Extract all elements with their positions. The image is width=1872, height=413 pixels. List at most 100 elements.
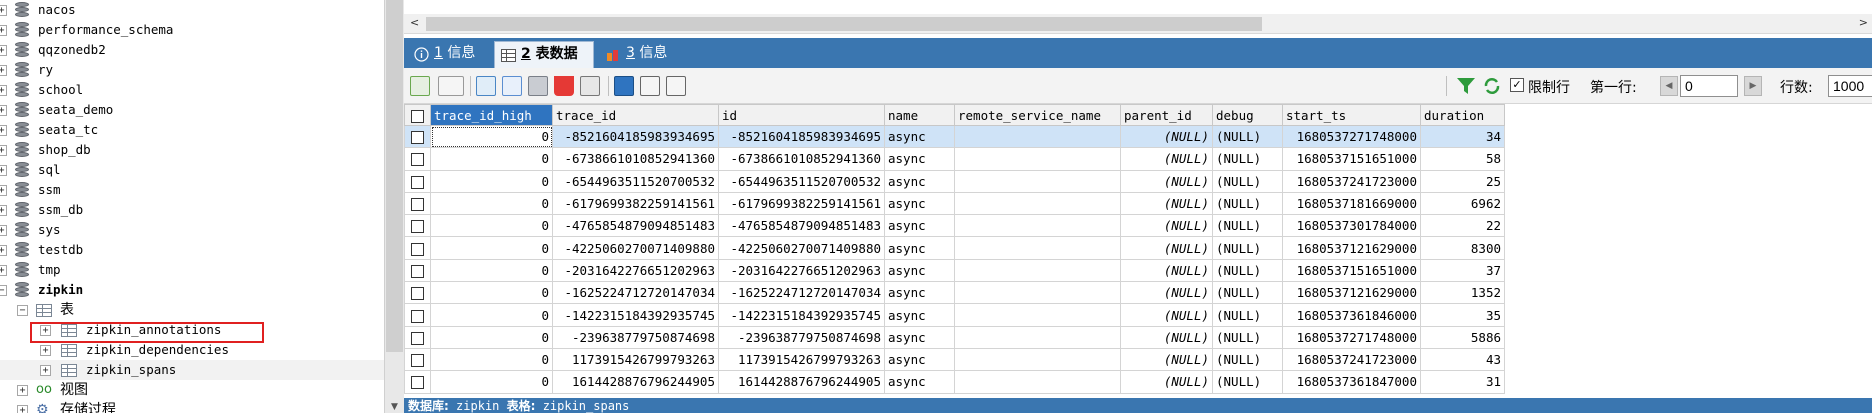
horizontal-scrollbar[interactable]: < >	[404, 14, 1872, 34]
row-select-checkbox[interactable]	[404, 191, 431, 216]
table-cell[interactable]: 0	[430, 236, 553, 260]
collapse-toggle-icon[interactable]: −	[17, 305, 28, 316]
expand-toggle-icon[interactable]: +	[0, 145, 7, 156]
table-cell[interactable]: -4225060270071409880	[718, 236, 885, 260]
insert-row-icon[interactable]	[410, 76, 430, 96]
table-cell[interactable]: (NULL)	[1120, 124, 1213, 149]
column-header[interactable]: duration	[1420, 104, 1505, 126]
table-cell[interactable]: async	[884, 124, 955, 149]
row-select-checkbox[interactable]	[404, 258, 431, 283]
table-cell[interactable]	[954, 124, 1121, 149]
row-select-checkbox[interactable]	[404, 147, 431, 171]
first-row-input[interactable]	[1680, 75, 1738, 97]
table-cell[interactable]: (NULL)	[1212, 214, 1283, 238]
table-cell[interactable]: -1422315184392935745	[552, 303, 719, 327]
expand-toggle-icon[interactable]: +	[0, 245, 7, 256]
table-cell[interactable]: -1625224712720147034	[718, 281, 885, 305]
collapse-toggle-icon[interactable]: −	[0, 285, 7, 296]
table-cell[interactable]: 34	[1420, 124, 1505, 149]
table-cell[interactable]: (NULL)	[1120, 214, 1213, 238]
table-cell[interactable]: (NULL)	[1212, 370, 1283, 394]
table-row[interactable]: 0 -4765854879094851483 -476585487909485148…	[404, 214, 1505, 238]
column-header[interactable]: trace_id_high	[430, 104, 553, 126]
refresh-icon[interactable]	[1482, 76, 1502, 96]
expand-toggle-icon[interactable]: +	[0, 225, 7, 236]
expand-toggle-icon[interactable]: +	[0, 85, 7, 96]
row-count-input[interactable]	[1828, 75, 1872, 97]
table-cell[interactable]: 0	[430, 169, 553, 193]
table-cell[interactable]: 1680537271748000	[1282, 325, 1421, 349]
table-cell[interactable]: (NULL)	[1212, 124, 1283, 149]
table-cell[interactable]: async	[884, 370, 955, 394]
table-cell[interactable]: -4765854879094851483	[718, 214, 885, 238]
table-cell[interactable]: 25	[1420, 169, 1505, 193]
grid-view-icon[interactable]	[614, 76, 634, 96]
table-cell[interactable]: async	[884, 147, 955, 171]
table-cell[interactable]: 1680537241723000	[1282, 169, 1421, 193]
table-cell[interactable]: 31	[1420, 370, 1505, 394]
table-cell[interactable]: (NULL)	[1120, 303, 1213, 327]
tab-info-3[interactable]: 3 信息	[600, 41, 682, 68]
limit-rows-checkbox[interactable]: ✓	[1510, 78, 1524, 92]
table-cell[interactable]: -1422315184392935745	[718, 303, 885, 327]
table-cell[interactable]: -2031642276651202963	[718, 258, 885, 283]
expand-toggle-icon[interactable]: +	[0, 45, 7, 56]
table-cell[interactable]: (NULL)	[1120, 258, 1213, 283]
table-cell[interactable]: (NULL)	[1212, 169, 1283, 193]
table-cell[interactable]: -4765854879094851483	[552, 214, 719, 238]
select-all-checkbox[interactable]	[404, 104, 431, 126]
table-cell[interactable]: async	[884, 214, 955, 238]
expand-toggle-icon[interactable]: +	[17, 385, 28, 396]
table-cell[interactable]: 0	[430, 214, 553, 238]
column-header[interactable]: start_ts	[1282, 104, 1421, 126]
table-cell[interactable]: -4225060270071409880	[552, 236, 719, 260]
table-cell[interactable]: async	[884, 347, 955, 372]
table-cell[interactable]: -6738661010852941360	[552, 147, 719, 171]
tree-item-table-zipkin-spans[interactable]: + zipkin_spans	[0, 360, 384, 380]
table-cell[interactable]: 1680537121629000	[1282, 236, 1421, 260]
table-cell[interactable]: 6962	[1420, 191, 1505, 216]
first-row-prev-button[interactable]: ◀	[1660, 76, 1678, 96]
table-cell[interactable]: -8521604185983934695	[552, 124, 719, 149]
row-select-checkbox[interactable]	[404, 236, 431, 260]
expand-toggle-icon[interactable]: +	[0, 165, 7, 176]
table-cell[interactable]: 1173915426799793263	[718, 347, 885, 372]
row-select-checkbox[interactable]	[404, 214, 431, 238]
expand-toggle-icon[interactable]: +	[0, 185, 7, 196]
table-row[interactable]: 0 -2031642276651202963 -203164227665120296…	[404, 258, 1505, 283]
table-cell[interactable]	[954, 303, 1121, 327]
table-cell[interactable]: 1173915426799793263	[552, 347, 719, 372]
horizontal-scroll-thumb[interactable]	[426, 17, 1262, 31]
table-cell[interactable]	[954, 347, 1121, 372]
table-cell[interactable]: 0	[430, 325, 553, 349]
expand-toggle-icon[interactable]: +	[0, 265, 7, 276]
scroll-left-arrow-icon[interactable]: <	[410, 16, 419, 29]
table-cell[interactable]: (NULL)	[1212, 347, 1283, 372]
expand-toggle-icon[interactable]: +	[0, 105, 7, 116]
table-cell[interactable]: -6544963511520700532	[552, 169, 719, 193]
table-cell[interactable]: (NULL)	[1120, 169, 1213, 193]
column-header[interactable]: debug	[1212, 104, 1283, 126]
table-cell[interactable]: -1625224712720147034	[552, 281, 719, 305]
column-header[interactable]: remote_service_name	[954, 104, 1121, 126]
table-cell[interactable]: async	[884, 303, 955, 327]
cancel-changes-icon[interactable]	[580, 76, 600, 96]
row-select-checkbox[interactable]	[404, 124, 431, 149]
table-cell[interactable]: 0	[430, 147, 553, 171]
table-cell[interactable]: 1680537271748000	[1282, 124, 1421, 149]
table-cell[interactable]: 1614428876796244905	[552, 370, 719, 394]
expand-toggle-icon[interactable]: +	[17, 405, 28, 413]
table-cell[interactable]: 22	[1420, 214, 1505, 238]
table-cell[interactable]: (NULL)	[1212, 303, 1283, 327]
table-row[interactable]: 0 -4225060270071409880 -422506027007140988…	[404, 236, 1505, 260]
filter-icon[interactable]	[1456, 76, 1476, 96]
expand-toggle-icon[interactable]: +	[0, 5, 7, 16]
table-row[interactable]: 0 -8521604185983934695 -852160418598393469…	[404, 124, 1505, 149]
save-icon[interactable]	[528, 76, 548, 96]
tab-table-data[interactable]: 2 表数据	[494, 41, 594, 68]
table-cell[interactable]	[954, 325, 1121, 349]
table-row[interactable]: 0 1614428876796244905 1614428876796244905 a…	[404, 370, 1505, 394]
expand-toggle-icon[interactable]: +	[0, 65, 7, 76]
table-cell[interactable]: -6179699382259141561	[718, 191, 885, 216]
row-select-checkbox[interactable]	[404, 370, 431, 394]
